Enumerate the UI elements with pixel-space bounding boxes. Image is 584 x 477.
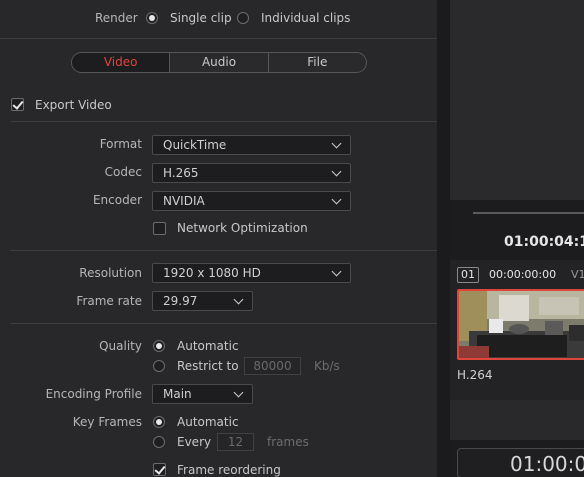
key-frames-every-label: Every bbox=[177, 435, 212, 449]
network-optimization-checkbox[interactable] bbox=[153, 222, 166, 235]
bitrate-input[interactable]: 80000 bbox=[244, 357, 301, 375]
frame-reordering-label: Frame reordering bbox=[177, 463, 281, 477]
resolution-value: 1920 x 1080 HD bbox=[163, 266, 261, 280]
key-frames-automatic-radio[interactable] bbox=[153, 416, 165, 428]
encoder-dropdown[interactable]: NVIDIA bbox=[152, 191, 351, 211]
individual-clips-radio[interactable] bbox=[237, 12, 249, 24]
tab-audio[interactable]: Audio bbox=[170, 53, 269, 72]
format-label: Format bbox=[99, 137, 142, 151]
timecode-display-value: 01:00:04 bbox=[510, 452, 584, 476]
divider bbox=[10, 121, 437, 122]
frame-rate-dropdown[interactable]: 29.97 bbox=[152, 291, 253, 311]
encoding-profile-label: Encoding Profile bbox=[45, 387, 142, 401]
single-clip-radio[interactable] bbox=[146, 12, 158, 24]
network-optimization-label: Network Optimization bbox=[177, 221, 308, 235]
clip-timecode: 00:00:00:00 bbox=[489, 268, 557, 281]
frame-reordering-checkbox[interactable] bbox=[153, 463, 166, 476]
bitrate-unit: Kb/s bbox=[314, 359, 340, 373]
chevron-down-icon bbox=[331, 166, 342, 177]
quality-automatic-label: Automatic bbox=[177, 339, 239, 353]
key-frames-every-radio[interactable] bbox=[153, 436, 165, 448]
frame-rate-label: Frame rate bbox=[76, 294, 142, 308]
divider bbox=[10, 250, 437, 251]
format-dropdown[interactable]: QuickTime bbox=[152, 135, 351, 155]
chevron-down-icon bbox=[331, 194, 342, 205]
resolution-dropdown[interactable]: 1920 x 1080 HD bbox=[152, 263, 351, 283]
codec-value: H.265 bbox=[163, 166, 199, 180]
codec-dropdown[interactable]: H.265 bbox=[152, 163, 351, 183]
key-frames-unit: frames bbox=[267, 435, 309, 449]
encoding-profile-value: Main bbox=[163, 387, 192, 401]
viewer-timecode: 01:00:04:14 bbox=[504, 234, 584, 250]
lower-strip bbox=[450, 400, 584, 440]
render-settings-panel: Render Single clip Individual clips Vide… bbox=[0, 0, 438, 477]
codec-label: Codec bbox=[104, 165, 142, 179]
tab-video[interactable]: Video bbox=[72, 53, 171, 72]
format-value: QuickTime bbox=[163, 138, 227, 152]
encoder-value: NVIDIA bbox=[163, 194, 205, 208]
encoding-profile-dropdown[interactable]: Main bbox=[152, 384, 253, 404]
timecode-display: 01:00:04 bbox=[457, 448, 584, 477]
quality-automatic-radio[interactable] bbox=[153, 340, 165, 352]
key-frames-label: Key Frames bbox=[72, 415, 142, 429]
divider bbox=[10, 323, 437, 324]
quality-restrict-label: Restrict to bbox=[177, 359, 239, 373]
individual-clips-label[interactable]: Individual clips bbox=[261, 11, 350, 25]
viewer-area bbox=[450, 0, 584, 200]
clip-thumbnail-image bbox=[459, 291, 584, 358]
tab-file[interactable]: File bbox=[269, 53, 366, 72]
render-label: Render bbox=[95, 11, 138, 25]
divider bbox=[0, 38, 437, 39]
render-settings-window: Render Single clip Individual clips Vide… bbox=[0, 0, 584, 477]
settings-tabs: Video Audio File bbox=[71, 52, 367, 73]
clip-track: V1 bbox=[571, 268, 584, 281]
scrubber-bar[interactable] bbox=[473, 212, 584, 214]
chevron-down-icon bbox=[233, 294, 244, 305]
clip-thumbnail[interactable] bbox=[457, 289, 584, 360]
chevron-down-icon bbox=[331, 138, 342, 149]
single-clip-label[interactable]: Single clip bbox=[170, 11, 232, 25]
frame-rate-value: 29.97 bbox=[163, 294, 198, 308]
quality-restrict-radio[interactable] bbox=[153, 360, 165, 372]
export-video-checkbox[interactable] bbox=[11, 98, 24, 111]
clip-codec-label: H.264 bbox=[457, 368, 493, 382]
encoder-label: Encoder bbox=[92, 193, 142, 207]
chevron-down-icon bbox=[233, 387, 244, 398]
key-frames-every-input[interactable]: 12 bbox=[217, 433, 254, 451]
resolution-label: Resolution bbox=[79, 266, 142, 280]
clip-number-badge: 01 bbox=[457, 267, 479, 283]
quality-label: Quality bbox=[99, 339, 142, 353]
chevron-down-icon bbox=[331, 266, 342, 277]
export-video-label: Export Video bbox=[35, 98, 112, 112]
key-frames-automatic-label: Automatic bbox=[177, 415, 239, 429]
panel-separator[interactable] bbox=[438, 0, 450, 477]
